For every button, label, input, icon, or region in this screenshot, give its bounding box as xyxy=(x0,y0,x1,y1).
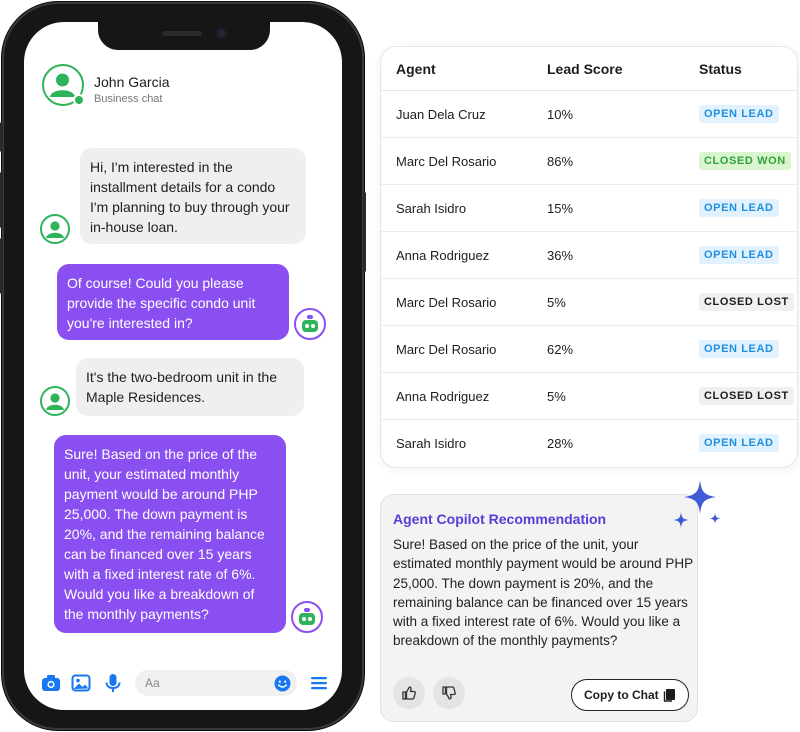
thumbs-up-icon xyxy=(402,686,416,700)
front-camera xyxy=(216,28,227,39)
online-status-dot xyxy=(73,94,85,106)
contact-name: John Garcia xyxy=(94,74,170,90)
copilot-recommendation-card: Agent Copilot Recommendation Sure! Based… xyxy=(380,494,698,722)
robot-icon xyxy=(302,315,318,332)
volume-down-button xyxy=(0,238,3,294)
agent-name: Anna Rodriguez xyxy=(396,389,490,404)
status-badge: CLOSED LOST xyxy=(699,387,794,405)
thumbs-down-icon xyxy=(442,686,456,700)
table-row[interactable]: Sarah Isidro 28% OPEN LEAD xyxy=(381,420,797,467)
agent-message-bubble: Sure! Based on the price of the unit, yo… xyxy=(54,435,286,633)
customer-message-bubble: It's the two-bedroom unit in the Maple R… xyxy=(76,358,304,416)
power-button xyxy=(363,192,366,272)
phone-notch xyxy=(98,22,270,50)
volume-up-button xyxy=(0,172,3,228)
table-row[interactable]: Anna Rodriguez 36% OPEN LEAD xyxy=(381,232,797,279)
status-badge: CLOSED LOST xyxy=(699,293,794,311)
agent-name: Juan Dela Cruz xyxy=(396,107,486,122)
message-composer: Aa xyxy=(24,666,342,700)
column-header-agent[interactable]: Agent xyxy=(396,61,436,77)
status-badge: OPEN LEAD xyxy=(699,199,779,217)
agent-name: Sarah Isidro xyxy=(396,436,467,451)
agent-name: Marc Del Rosario xyxy=(396,295,497,310)
user-icon xyxy=(46,221,64,238)
copy-to-chat-button[interactable]: Copy to Chat xyxy=(571,679,689,711)
phone-screen: John Garcia Business chat Hi, I'm intere… xyxy=(24,22,342,710)
contact-avatar[interactable] xyxy=(42,64,85,106)
phone-mockup: John Garcia Business chat Hi, I'm intere… xyxy=(0,2,366,730)
thumbs-up-button[interactable] xyxy=(393,677,425,709)
sparkle-icon xyxy=(673,480,721,528)
lead-score: 28% xyxy=(547,436,574,451)
chat-header: John Garcia Business chat xyxy=(42,64,322,108)
agent-message-bubble: Of course! Could you please provide the … xyxy=(57,264,289,340)
agent-name: Anna Rodriguez xyxy=(396,248,490,263)
status-badge: OPEN LEAD xyxy=(699,340,779,358)
table-row[interactable]: Marc Del Rosario 62% OPEN LEAD xyxy=(381,326,797,373)
lead-score: 5% xyxy=(547,295,566,310)
copilot-title: Agent Copilot Recommendation xyxy=(393,511,607,527)
message-input[interactable]: Aa xyxy=(135,670,297,696)
mute-switch xyxy=(0,122,3,152)
table-row[interactable]: Juan Dela Cruz 10% OPEN LEAD xyxy=(381,91,797,138)
copy-icon xyxy=(663,689,675,702)
customer-avatar xyxy=(40,386,70,416)
table-row[interactable]: Marc Del Rosario 5% CLOSED LOST xyxy=(381,279,797,326)
status-badge: OPEN LEAD xyxy=(699,434,779,452)
lead-score: 36% xyxy=(547,248,574,263)
copy-to-chat-label: Copy to Chat xyxy=(584,688,659,702)
status-badge: OPEN LEAD xyxy=(699,246,779,264)
microphone-icon[interactable] xyxy=(102,672,124,694)
bot-avatar xyxy=(294,308,326,340)
menu-icon[interactable] xyxy=(308,672,330,694)
camera-icon[interactable] xyxy=(40,672,62,694)
table-row[interactable]: Marc Del Rosario 86% CLOSED WON xyxy=(381,138,797,185)
lead-score: 5% xyxy=(547,389,566,404)
speaker-grille xyxy=(162,31,202,36)
table-row[interactable]: Anna Rodriguez 5% CLOSED LOST xyxy=(381,373,797,420)
customer-avatar xyxy=(40,214,70,244)
image-icon[interactable] xyxy=(70,672,92,694)
lead-score: 15% xyxy=(547,201,574,216)
user-icon xyxy=(46,393,64,410)
column-header-status[interactable]: Status xyxy=(699,61,742,77)
agent-name: Marc Del Rosario xyxy=(396,154,497,169)
customer-message-bubble: Hi, I'm interested in the installment de… xyxy=(80,148,306,244)
lead-score: 10% xyxy=(547,107,574,122)
bot-avatar xyxy=(291,601,323,633)
lead-score: 62% xyxy=(547,342,574,357)
leads-table: Agent Lead Score Status Juan Dela Cruz 1… xyxy=(380,46,798,468)
robot-icon xyxy=(299,608,315,625)
status-badge: CLOSED WON xyxy=(699,152,791,170)
column-header-lead-score[interactable]: Lead Score xyxy=(547,61,622,77)
table-header: Agent Lead Score Status xyxy=(381,47,797,91)
status-badge: OPEN LEAD xyxy=(699,105,779,123)
agent-name: Sarah Isidro xyxy=(396,201,467,216)
lead-score: 86% xyxy=(547,154,574,169)
emoji-icon[interactable] xyxy=(274,675,291,692)
copilot-recommendation-text: Sure! Based on the price of the unit, yo… xyxy=(393,537,693,649)
agent-name: Marc Del Rosario xyxy=(396,342,497,357)
thumbs-down-button[interactable] xyxy=(433,677,465,709)
table-row[interactable]: Sarah Isidro 15% OPEN LEAD xyxy=(381,185,797,232)
contact-subtitle: Business chat xyxy=(94,93,163,105)
